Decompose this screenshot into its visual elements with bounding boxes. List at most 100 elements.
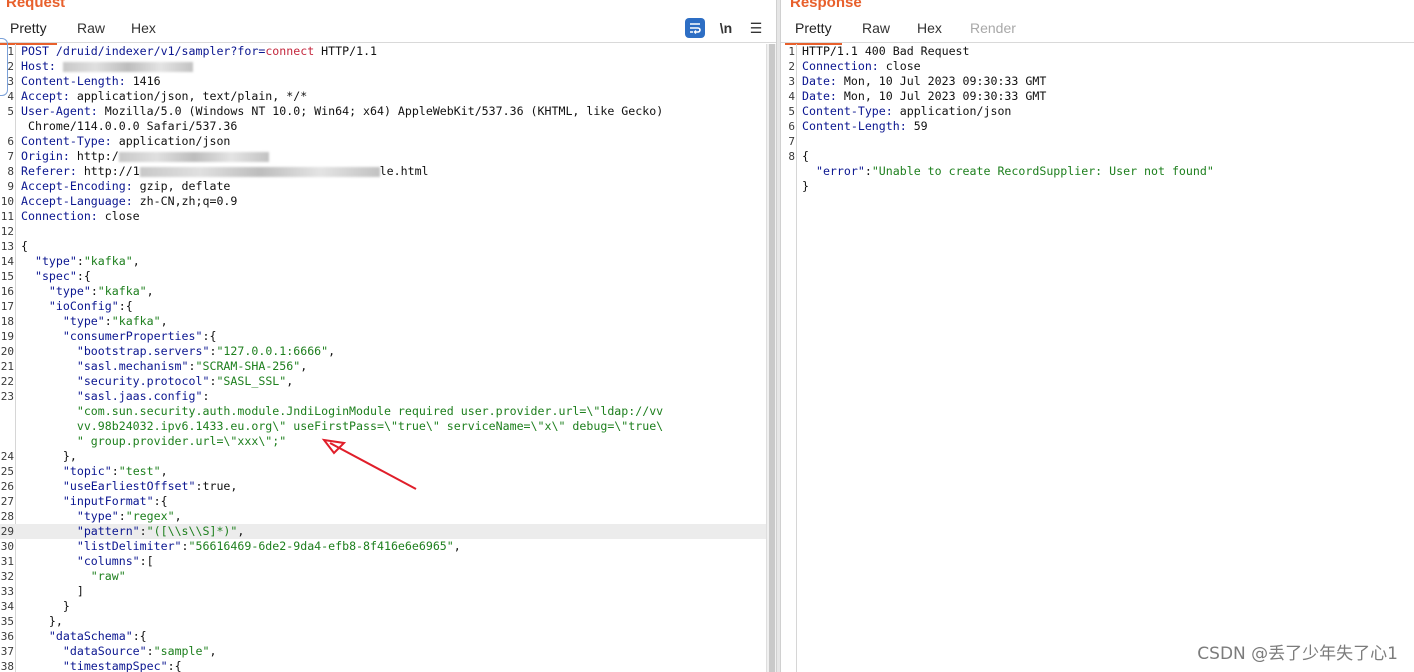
request-lines: 1 POST /druid/indexer/v1/sampler?for=conn… bbox=[0, 44, 766, 672]
menu-icon[interactable]: ☰ bbox=[746, 18, 766, 38]
code-token: le.html bbox=[379, 164, 429, 178]
code-token: 59 bbox=[913, 119, 928, 133]
code-line: "com.sun.security.auth.module.JndiLoginM… bbox=[0, 404, 766, 419]
code-token: zh-CN,zh;q=0.9 bbox=[139, 194, 238, 208]
code-text: "security.protocol":"SASL_SSL", bbox=[21, 374, 293, 389]
code-token: "ioConfig" bbox=[21, 299, 119, 313]
code-token: Accept-Encoding: bbox=[21, 179, 140, 193]
word-wrap-button[interactable] bbox=[685, 18, 705, 38]
request-editor[interactable]: 1 POST /druid/indexer/v1/sampler?for=conn… bbox=[0, 44, 766, 672]
line-number: 13 bbox=[0, 240, 14, 253]
line-number: 9 bbox=[7, 180, 14, 193]
tab-raw[interactable]: Raw bbox=[862, 20, 890, 36]
code-token: "kafka" bbox=[83, 254, 133, 268]
code-text: Accept: application/json, text/plain, */… bbox=[21, 89, 307, 104]
scroll-thumb[interactable] bbox=[769, 44, 775, 672]
line-number: 25 bbox=[0, 465, 14, 478]
code-text: Referer: http://1 le.html bbox=[21, 164, 429, 179]
tab-raw[interactable]: Raw bbox=[77, 20, 105, 36]
code-token: "dataSource" bbox=[21, 644, 147, 658]
code-token: "regex" bbox=[125, 509, 175, 523]
code-line: 27 "inputFormat":{ bbox=[0, 494, 766, 509]
code-token: "type" bbox=[21, 314, 105, 328]
code-line: 23 "sasl.jaas.config": bbox=[0, 389, 766, 404]
code-text: "pattern":"([\\s\\S]*)", bbox=[21, 524, 245, 539]
code-token: Mon, 10 Jul 2023 09:30:33 GMT bbox=[843, 89, 1047, 103]
tab-pretty[interactable]: Pretty bbox=[785, 20, 842, 45]
code-text: "timestampSpec":{ bbox=[21, 659, 182, 672]
tab-hex[interactable]: Hex bbox=[131, 20, 156, 36]
wrap-icon bbox=[690, 23, 701, 34]
code-token: for bbox=[237, 44, 259, 58]
code-text: }, bbox=[21, 449, 77, 464]
code-token: close bbox=[104, 209, 140, 223]
code-token: "topic" bbox=[21, 464, 112, 478]
redacted-text bbox=[118, 151, 269, 162]
code-token: Content-Length: bbox=[802, 119, 914, 133]
response-editor[interactable]: 1 HTTP/1.1 400 Bad Request 2 Connection: cl… bbox=[781, 44, 1414, 672]
code-token: ] bbox=[21, 584, 84, 598]
code-line: 4 Date: Mon, 10 Jul 2023 09:30:33 GMT bbox=[781, 89, 1414, 104]
code-text: "raw" bbox=[21, 569, 126, 584]
code-token: Mozilla/5.0 (Windows NT 10.0; Win64; x64… bbox=[104, 104, 664, 118]
line-number: 20 bbox=[0, 345, 14, 358]
code-line: 22 "security.protocol":"SASL_SSL", bbox=[0, 374, 766, 389]
code-token: Connection: bbox=[802, 59, 886, 73]
line-number: 18 bbox=[0, 315, 14, 328]
request-scrollbar[interactable] bbox=[766, 44, 776, 672]
tab-render[interactable]: Render bbox=[970, 20, 1016, 36]
code-token: : bbox=[76, 254, 84, 268]
line-number: 33 bbox=[0, 585, 14, 598]
code-token: , bbox=[453, 539, 461, 553]
code-token: :{ bbox=[76, 269, 91, 283]
code-text: Connection: close bbox=[802, 59, 921, 74]
response-tabs: Pretty Raw Hex Render bbox=[781, 15, 1414, 45]
code-line: 1 POST /druid/indexer/v1/sampler?for=conn… bbox=[0, 44, 766, 59]
code-text: "type":"regex", bbox=[21, 509, 182, 524]
show-newlines-button[interactable]: \n bbox=[716, 18, 736, 38]
code-token: "sasl.mechanism" bbox=[21, 359, 189, 373]
code-line: 2 Host: bbox=[0, 59, 766, 74]
code-token: :{ bbox=[132, 629, 147, 643]
code-token: application/json bbox=[899, 104, 1012, 118]
code-token: "56616469-6de2-9da4-efb8-8f416e6e6965" bbox=[188, 539, 454, 553]
code-token: "consumerProperties" bbox=[21, 329, 203, 343]
code-line: 34 } bbox=[0, 599, 766, 614]
code-token: "useEarliestOffset" bbox=[21, 479, 196, 493]
code-line: 30 "listDelimiter":"56616469-6de2-9da4-e… bbox=[0, 539, 766, 554]
line-number: 36 bbox=[0, 630, 14, 643]
line-number: 11 bbox=[0, 210, 14, 223]
code-token: Date: bbox=[802, 74, 844, 88]
code-text: " group.provider.url=\"xxx\";" bbox=[21, 434, 286, 449]
code-line: } bbox=[781, 179, 1414, 194]
line-number: 3 bbox=[788, 75, 795, 88]
code-token: { bbox=[802, 149, 809, 163]
code-token: http://1 bbox=[83, 164, 140, 178]
code-line: 8 Referer: http://1 le.html bbox=[0, 164, 766, 179]
code-token: : bbox=[118, 509, 126, 523]
code-token: Connection: bbox=[21, 209, 105, 223]
code-line: 17 "ioConfig":{ bbox=[0, 299, 766, 314]
line-number: 17 bbox=[0, 300, 14, 313]
response-title: Response bbox=[790, 0, 862, 11]
tab-hex[interactable]: Hex bbox=[917, 20, 942, 36]
code-text: Accept-Language: zh-CN,zh;q=0.9 bbox=[21, 194, 237, 209]
code-token: Content-Type: bbox=[21, 134, 119, 148]
line-number: 14 bbox=[0, 255, 14, 268]
code-token: : bbox=[146, 644, 154, 658]
code-text: "error":"Unable to create RecordSupplier… bbox=[802, 164, 1214, 179]
code-token: Content-Length: bbox=[21, 74, 133, 88]
code-line: 8{ bbox=[781, 149, 1414, 164]
tab-pretty[interactable]: Pretty bbox=[0, 20, 57, 45]
code-text: Connection: close bbox=[21, 209, 140, 224]
code-text: Date: Mon, 10 Jul 2023 09:30:33 GMT bbox=[802, 74, 1046, 89]
code-token: "type" bbox=[21, 254, 77, 268]
line-number: 6 bbox=[788, 120, 795, 133]
code-text: Host: bbox=[21, 59, 193, 74]
code-token: } bbox=[802, 179, 809, 193]
line-number: 29 bbox=[0, 525, 14, 538]
code-token: "dataSchema" bbox=[21, 629, 133, 643]
code-token: , bbox=[300, 359, 308, 373]
code-line: 19 "consumerProperties":{ bbox=[0, 329, 766, 344]
code-text: }, bbox=[21, 614, 63, 629]
